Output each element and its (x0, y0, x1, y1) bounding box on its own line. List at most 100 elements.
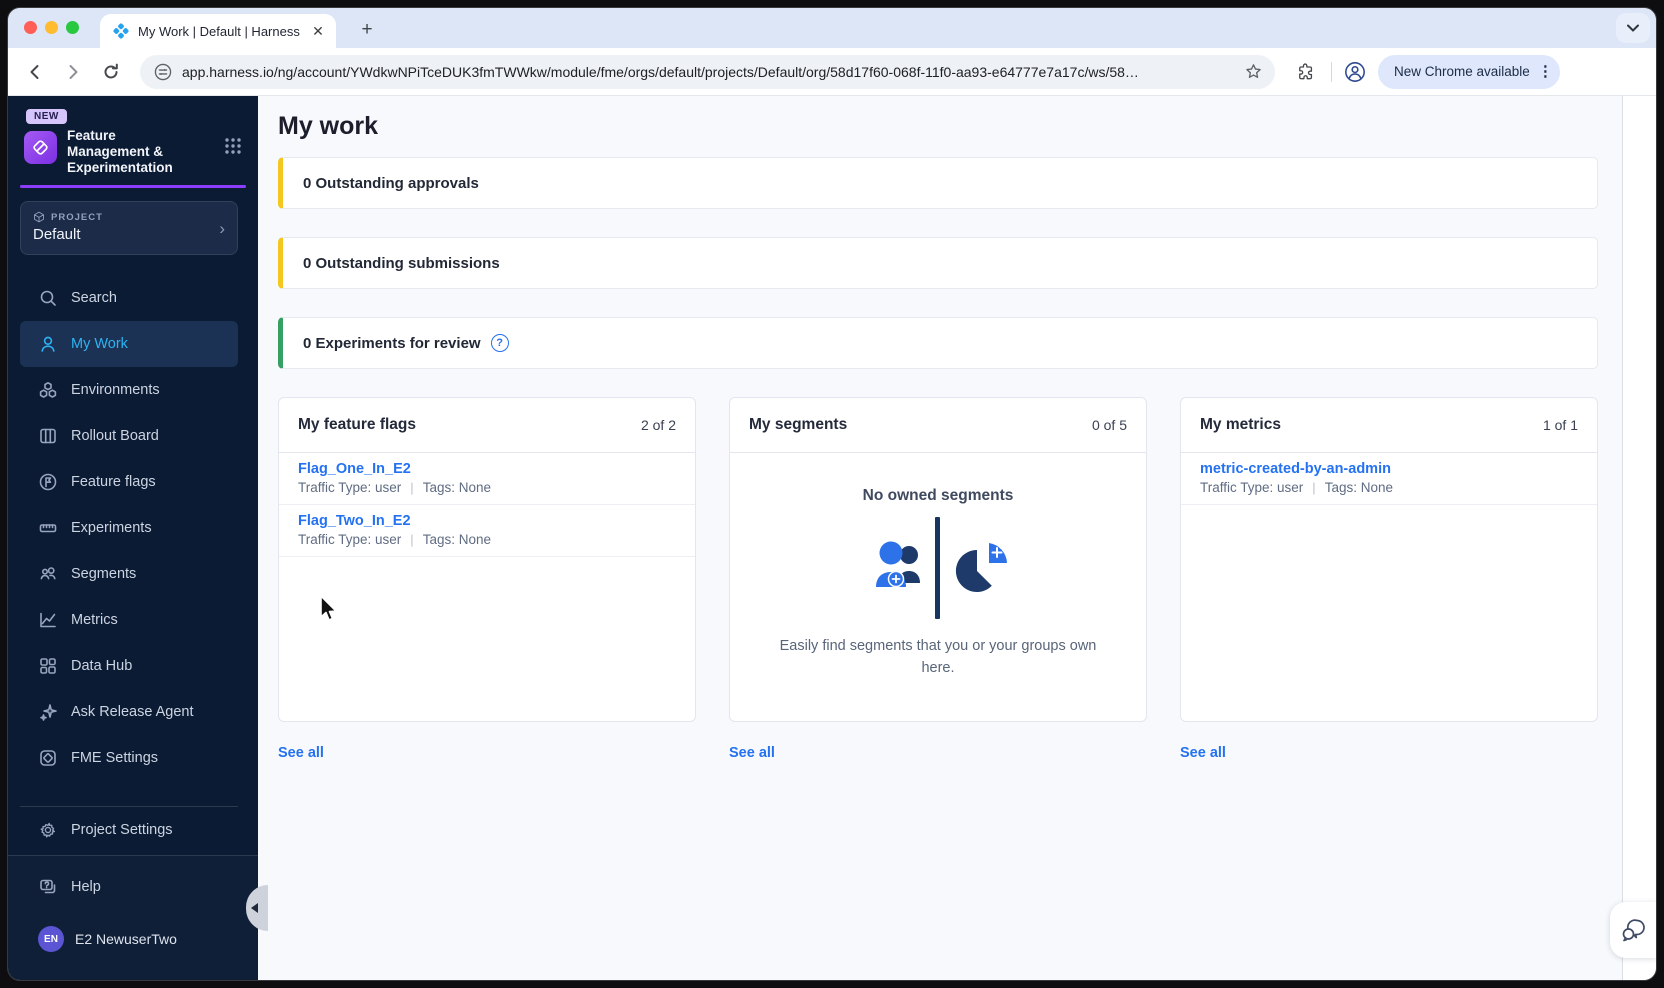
sidebar-item-metrics[interactable]: Metrics (20, 597, 238, 643)
reload-button[interactable] (100, 61, 122, 83)
chevron-left-icon (251, 903, 258, 913)
sidebar: NEW Feature Management & Experimentation… (8, 96, 258, 980)
ruler-icon (39, 524, 57, 533)
empty-state-heading: No owned segments (862, 487, 1014, 504)
bookmark-star-icon[interactable] (1244, 62, 1263, 81)
see-all-segments-link[interactable]: See all (729, 745, 775, 761)
app-content: NEW Feature Management & Experimentation… (8, 96, 1656, 980)
address-bar[interactable]: app.harness.io/ng/account/YWdkwNPiTceDUK… (140, 54, 1275, 89)
sidebar-item-segments[interactable]: Segments (20, 551, 238, 597)
module-title: Feature Management & Experimentation (67, 128, 173, 175)
mouse-cursor (320, 595, 337, 621)
person-icon (41, 336, 55, 352)
segments-card: My segments 0 of 5 No owned segments Eas… (729, 397, 1147, 722)
experiments-review-banner: 0 Experiments for review ? (278, 317, 1598, 369)
back-button[interactable] (24, 61, 46, 83)
card-title: My segments (749, 416, 848, 433)
minimize-window-button[interactable] (45, 21, 58, 34)
feature-flag-row: Flag_One_In_E2 Traffic Type: user | Tags: … (279, 453, 695, 505)
sidebar-footer: Help EN E2 NewuserTwo (8, 855, 258, 980)
fme-settings-icon (40, 750, 56, 766)
chat-bubbles-icon (1622, 919, 1645, 942)
project-name: Default (33, 226, 81, 243)
see-all-flags-link[interactable]: See all (278, 745, 324, 761)
segments-icon (40, 567, 56, 580)
fme-module-icon (24, 131, 57, 164)
see-all-row: See all See all See all (278, 744, 1598, 762)
project-label: PROJECT (51, 211, 103, 223)
tab-strip: My Work | Default | Harness ✕ + (8, 8, 1656, 48)
profile-avatar-icon[interactable] (1344, 61, 1366, 83)
card-count: 1 of 1 (1542, 417, 1578, 433)
site-info-icon[interactable] (154, 63, 172, 81)
card-count: 2 of 2 (640, 417, 676, 433)
browser-window: My Work | Default | Harness ✕ + app.harn… (7, 7, 1657, 981)
segments-empty-illustration (876, 517, 1007, 619)
user-menu[interactable]: EN E2 NewuserTwo (20, 916, 238, 962)
data-hub-icon (40, 658, 56, 674)
sidebar-item-ask-release-agent[interactable]: Ask Release Agent (20, 689, 238, 735)
chrome-update-button[interactable]: New Chrome available ⋮ (1378, 54, 1560, 89)
metrics-card: My metrics 1 of 1 metric-created-by-an-a… (1180, 397, 1598, 722)
segments-empty-state: No owned segments Easily find segments t… (730, 453, 1146, 721)
close-window-button[interactable] (24, 21, 37, 34)
sparkles-icon (40, 704, 57, 721)
forward-button[interactable] (62, 61, 84, 83)
tab-close-icon[interactable]: ✕ (310, 23, 326, 40)
sidebar-nav: Search My Work Environments Rollout Boar… (8, 275, 258, 853)
help-chat-icon (40, 879, 56, 894)
tab-search-button[interactable] (1616, 13, 1650, 43)
sidebar-item-feature-flags[interactable]: Feature flags (20, 459, 238, 505)
module-accent-line (20, 185, 246, 188)
harness-favicon (113, 23, 129, 39)
chrome-update-label: New Chrome available (1394, 64, 1530, 79)
url-text[interactable]: app.harness.io/ng/account/YWdkwNPiTceDUK… (182, 64, 1244, 80)
extensions-icon[interactable] (1295, 61, 1317, 83)
card-title: My metrics (1200, 416, 1281, 433)
chevron-down-icon (1627, 24, 1639, 32)
main-content: My work 0 Outstanding approvals 0 Outsta… (258, 96, 1622, 980)
sidebar-item-search[interactable]: Search (20, 275, 238, 321)
page-title: My work (278, 112, 379, 140)
new-badge: NEW (26, 109, 67, 124)
sidebar-item-my-work[interactable]: My Work (20, 321, 238, 367)
browser-toolbar: app.harness.io/ng/account/YWdkwNPiTceDUK… (8, 48, 1656, 96)
help-icon[interactable]: ? (490, 334, 509, 352)
sidebar-item-experiments[interactable]: Experiments (20, 505, 238, 551)
toolbar-divider (1331, 61, 1332, 82)
sidebar-item-help[interactable]: Help (20, 864, 238, 910)
feature-flags-card: My feature flags 2 of 2 Flag_One_In_E2 T… (278, 397, 696, 722)
zoom-window-button[interactable] (66, 21, 79, 34)
flag-link[interactable]: Flag_Two_In_E2 (298, 513, 676, 529)
new-tab-button[interactable]: + (354, 17, 380, 43)
metric-row: metric-created-by-an-admin Traffic Type:… (1181, 453, 1597, 505)
card-count: 0 of 5 (1091, 417, 1127, 433)
user-name: E2 NewuserTwo (75, 931, 177, 947)
metric-link[interactable]: metric-created-by-an-admin (1200, 461, 1578, 477)
browser-tab[interactable]: My Work | Default | Harness ✕ (100, 14, 336, 48)
project-selector[interactable]: PROJECT Default › (20, 201, 238, 255)
chat-widget-button[interactable] (1610, 902, 1656, 958)
gear-icon (40, 822, 56, 838)
project-cube-icon (34, 211, 44, 223)
chevron-right-icon: › (219, 219, 225, 238)
user-avatar: EN (38, 926, 64, 952)
approvals-banner: 0 Outstanding approvals (278, 157, 1598, 209)
summary-cards: My feature flags 2 of 2 Flag_One_In_E2 T… (278, 397, 1598, 722)
sidebar-item-rollout-board[interactable]: Rollout Board (20, 413, 238, 459)
metrics-chart-icon (40, 612, 56, 628)
sidebar-item-fme-settings[interactable]: FME Settings (20, 735, 238, 781)
feature-flag-row: Flag_Two_In_E2 Traffic Type: user | Tags: … (279, 505, 695, 557)
browser-menu-icon[interactable]: ⋮ (1538, 64, 1553, 79)
tab-title: My Work | Default | Harness (138, 23, 300, 39)
sidebar-item-data-hub[interactable]: Data Hub (20, 643, 238, 689)
see-all-metrics-link[interactable]: See all (1180, 745, 1226, 761)
sidebar-item-environments[interactable]: Environments (20, 367, 238, 413)
environments-icon (39, 382, 57, 398)
sidebar-item-project-settings[interactable]: Project Settings (20, 807, 238, 853)
sidebar-header: NEW Feature Management & Experimentation (8, 96, 258, 176)
card-title: My feature flags (298, 416, 417, 433)
flag-link[interactable]: Flag_One_In_E2 (298, 461, 676, 477)
module-switcher-icon[interactable] (224, 137, 242, 160)
browser-scrollbar-area[interactable] (1622, 96, 1656, 980)
